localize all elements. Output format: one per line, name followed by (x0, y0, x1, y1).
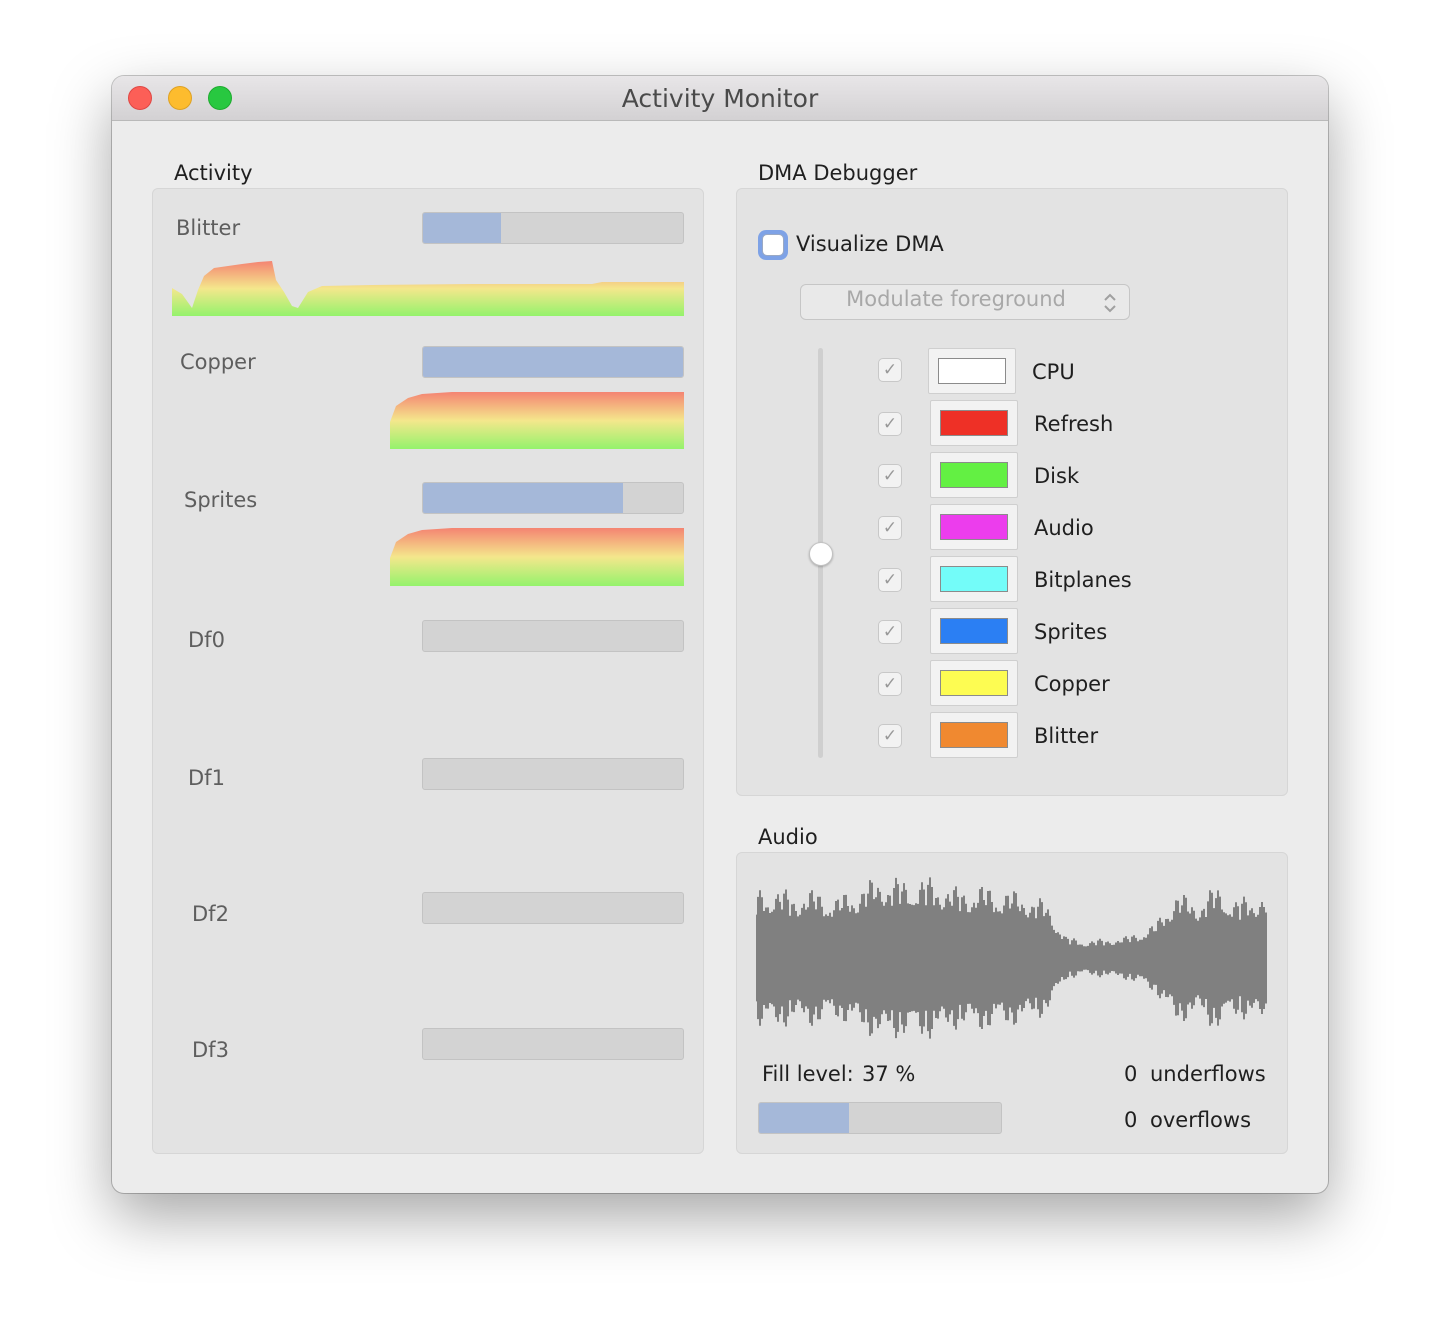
audio-color-well[interactable] (930, 504, 1018, 550)
blitter-label: Blitter (176, 216, 241, 240)
df1-label: Df1 (188, 766, 225, 790)
fill-level-value: 37 % (862, 1062, 916, 1086)
sprites-color-swatch (940, 618, 1008, 644)
refresh-label: Refresh (1034, 412, 1114, 436)
refresh-color-swatch (940, 410, 1008, 436)
checkmark-icon: ✓ (882, 726, 898, 746)
blitter-level-fill (423, 213, 501, 243)
overflows-label: overflows (1150, 1108, 1252, 1132)
fill-level-label: Fill level: (762, 1062, 854, 1086)
disk-label: Disk (1034, 464, 1080, 488)
bitplanes-checkbox[interactable]: ✓ (878, 568, 902, 592)
cpu-checkbox[interactable]: ✓ (878, 358, 902, 382)
sprites-dma-label: Sprites (1034, 620, 1108, 644)
audio-fill-bar (758, 1102, 1002, 1134)
title-bar: Activity Monitor (112, 76, 1328, 121)
copper-color-well[interactable] (930, 660, 1018, 706)
sprites-dma-checkbox[interactable]: ✓ (878, 620, 902, 644)
checkmark-icon: ✓ (882, 466, 898, 486)
checkmark-icon: ✓ (882, 622, 898, 642)
opacity-slider[interactable] (808, 348, 834, 760)
bitplanes-color-swatch (940, 566, 1008, 592)
overflows-count: 0 (1124, 1108, 1138, 1132)
bitplanes-label: Bitplanes (1034, 568, 1132, 592)
underflows-count: 0 (1124, 1062, 1138, 1086)
activity-history-area (390, 528, 684, 586)
blitter-dma-checkbox[interactable]: ✓ (878, 724, 902, 748)
df3-level-bar (422, 1028, 684, 1060)
copper-color-swatch (940, 670, 1008, 696)
refresh-checkbox[interactable]: ✓ (878, 412, 902, 436)
checkmark-icon: ✓ (882, 360, 898, 380)
activity-group-title: Activity (174, 161, 253, 185)
cpu-color-swatch (938, 358, 1006, 384)
disk-color-well[interactable] (930, 452, 1018, 498)
dma-group-title: DMA Debugger (758, 161, 918, 185)
sprites-activity-graph (390, 528, 684, 586)
sprites-level-fill (423, 483, 624, 513)
blitter-dma-label: Blitter (1034, 724, 1099, 748)
window-title: Activity Monitor (621, 84, 819, 113)
df1-level-bar (422, 758, 684, 790)
updown-chevron-icon (1104, 293, 1116, 313)
copper-level-bar (422, 346, 684, 378)
copper-activity-graph (390, 392, 684, 449)
checkmark-icon: ✓ (882, 414, 898, 434)
blitter-level-bar (422, 212, 684, 244)
checkmark-icon: ✓ (882, 570, 898, 590)
cpu-color-well[interactable] (928, 348, 1016, 394)
df0-level-bar (422, 620, 684, 652)
sprites-level-bar (422, 482, 684, 514)
activity-monitor-window: Activity Monitor Activity Blitter Copper… (112, 76, 1328, 1193)
copper-dma-checkbox[interactable]: ✓ (878, 672, 902, 696)
visualize-dma-label: Visualize DMA (796, 232, 944, 256)
df3-label: Df3 (192, 1038, 229, 1062)
disk-color-swatch (940, 462, 1008, 488)
copper-label: Copper (180, 350, 256, 374)
blitter-color-well[interactable] (930, 712, 1018, 758)
dma-mode-popup[interactable]: Modulate foreground (800, 284, 1130, 320)
opacity-slider-knob[interactable] (809, 542, 833, 566)
sprites-color-well[interactable] (930, 608, 1018, 654)
blitter-color-swatch (940, 722, 1008, 748)
disk-checkbox[interactable]: ✓ (878, 464, 902, 488)
activity-history-area (172, 261, 684, 316)
cpu-label: CPU (1032, 360, 1075, 384)
sprites-label: Sprites (184, 488, 258, 512)
underflows-label: underflows (1150, 1062, 1266, 1086)
refresh-color-well[interactable] (930, 400, 1018, 446)
audio-waveform (756, 877, 1267, 1039)
dma-mode-popup-value: Modulate foreground (846, 287, 1066, 311)
checkmark-icon: ✓ (882, 674, 898, 694)
bitplanes-color-well[interactable] (930, 556, 1018, 602)
copper-dma-label: Copper (1034, 672, 1110, 696)
audio-color-swatch (940, 514, 1008, 540)
activity-box (152, 188, 704, 1154)
audio-dma-label: Audio (1034, 516, 1094, 540)
waveform-trace (756, 877, 1267, 1039)
copper-level-fill (423, 347, 683, 377)
audio-fill-bar-fill (759, 1103, 849, 1133)
audio-group-title: Audio (758, 825, 818, 849)
visualize-dma-checkbox[interactable] (758, 230, 788, 260)
df2-level-bar (422, 892, 684, 924)
df0-label: Df0 (188, 628, 225, 652)
audio-dma-checkbox[interactable]: ✓ (878, 516, 902, 540)
blitter-activity-graph (172, 261, 684, 316)
activity-history-area (390, 392, 684, 449)
checkmark-icon: ✓ (882, 518, 898, 538)
df2-label: Df2 (192, 902, 229, 926)
